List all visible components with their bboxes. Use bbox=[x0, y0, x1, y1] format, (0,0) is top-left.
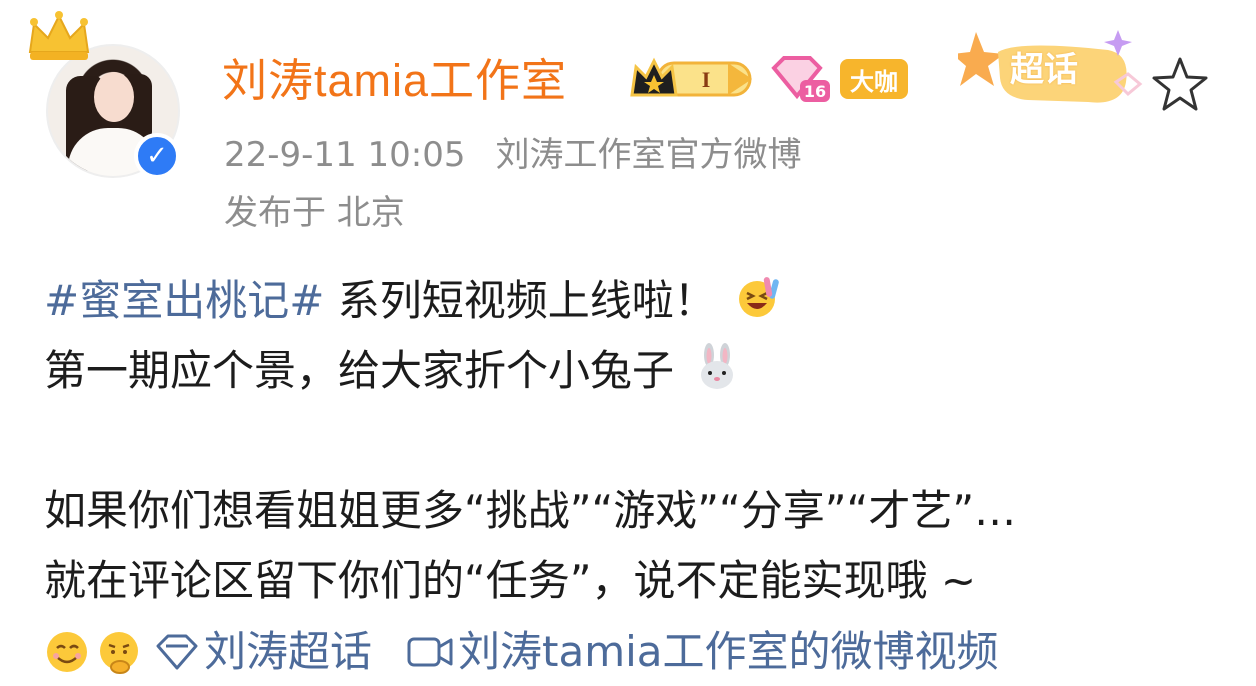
username[interactable]: 刘涛tamia工作室 bbox=[222, 44, 567, 109]
daka-badge[interactable]: 大咖 bbox=[840, 59, 908, 99]
smile-emoji-icon bbox=[47, 632, 87, 672]
content-line-1: 系列短视频上线啦！ bbox=[324, 276, 716, 325]
chaohua-label[interactable]: 超话 bbox=[1010, 42, 1078, 91]
vip-level-text: I bbox=[702, 67, 711, 92]
super-topic-diamond-icon bbox=[156, 634, 198, 670]
laughing-emoji-icon bbox=[739, 277, 779, 317]
post-content: #蜜室出桃记# 系列短视频上线啦！ 第一期应个景，给大家折个小兔子 如果你们想看… bbox=[44, 266, 1234, 616]
content-line-4: 就在评论区留下你们的“任务”，说不定能实现哦 ~ bbox=[44, 556, 977, 605]
level-diamond-icon[interactable]: 16 bbox=[766, 52, 832, 106]
content-line-3: 如果你们想看姐姐更多“挑战”“游戏”“分享”“才艺”… bbox=[44, 486, 1017, 535]
super-topic-link[interactable]: 刘涛超话 bbox=[204, 620, 372, 684]
post-footer: 刘涛超话 刘涛tamia工作室的微博视频 bbox=[44, 620, 999, 684]
rabbit-emoji-icon bbox=[701, 343, 734, 389]
thinking-emoji-icon bbox=[100, 632, 138, 674]
content-line-2: 第一期应个景，给大家折个小兔子 bbox=[44, 346, 675, 395]
post-location: 发布于 北京 bbox=[224, 193, 405, 233]
star-icon[interactable] bbox=[1150, 55, 1210, 115]
crown-icon bbox=[28, 11, 90, 60]
vip-crown-badge-icon[interactable]: I bbox=[628, 57, 758, 101]
level-number: 16 bbox=[804, 82, 826, 101]
post-timestamp: 22-9-11 10:05 bbox=[224, 135, 466, 175]
post-source: 刘涛工作室官方微博 bbox=[495, 135, 802, 175]
verified-icon: ✓ bbox=[134, 133, 180, 179]
topic-link[interactable]: #蜜室出桃记# bbox=[44, 276, 324, 325]
video-link[interactable]: 刘涛tamia工作室的微博视频 bbox=[458, 620, 999, 684]
video-camera-icon bbox=[407, 637, 453, 667]
post-meta: 22-9-11 10:05 刘涛工作室官方微博 发布于 北京 bbox=[224, 126, 802, 242]
